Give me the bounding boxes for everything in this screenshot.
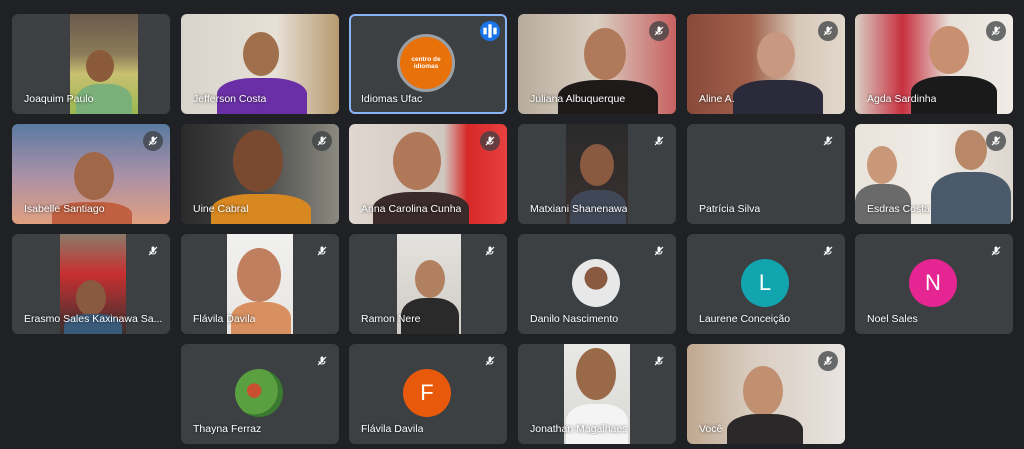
participant-tile[interactable]: Patrícia Silva xyxy=(687,124,845,224)
mic-off-icon xyxy=(986,21,1006,41)
mic-off-icon xyxy=(480,131,500,151)
participant-name: Ramon Nere xyxy=(361,313,421,325)
participant-tile[interactable]: Juliana Albuquerque xyxy=(518,14,676,114)
participant-tile[interactable]: Erasmo Sales Kaxinawa Sa... xyxy=(12,234,170,334)
mic-off-icon xyxy=(649,241,669,261)
mic-off-icon xyxy=(986,241,1006,261)
participant-name: Juliana Albuquerque xyxy=(530,93,626,105)
participant-tile[interactable]: Anna Carolina Cunha xyxy=(349,124,507,224)
participant-name: Jefferson Costa xyxy=(193,93,267,105)
mic-off-icon xyxy=(312,131,332,151)
participant-name: Esdras Costa xyxy=(867,203,931,215)
participant-name: Laurene Conceição xyxy=(699,313,791,325)
letter-avatar: L xyxy=(741,259,789,307)
mic-off-icon xyxy=(649,131,669,151)
participant-name: Danilo Nascimento xyxy=(530,313,619,325)
mic-off-icon xyxy=(818,131,838,151)
participant-name: Flávila Davila xyxy=(361,423,424,435)
participant-tile[interactable]: F Flávila Davila xyxy=(349,344,507,444)
participant-tile[interactable]: centro de idiomas Idiomas Ufac xyxy=(349,14,507,114)
participant-name: Você xyxy=(699,423,723,435)
participant-tile[interactable]: Esdras Costa xyxy=(855,124,1013,224)
participant-tile[interactable]: Jefferson Costa xyxy=(181,14,339,114)
participant-name: Flávila Davila xyxy=(193,313,256,325)
participant-name: Agda Sardinha xyxy=(867,93,937,105)
centro-de-idiomas-logo: centro de idiomas xyxy=(397,34,455,92)
letter-avatar: F xyxy=(403,369,451,417)
mic-off-icon xyxy=(986,131,1006,151)
mic-off-icon xyxy=(649,351,669,371)
mic-off-icon xyxy=(649,21,669,41)
speaking-indicator-icon xyxy=(480,21,500,41)
mic-off-icon xyxy=(312,351,332,371)
participant-photo-avatar xyxy=(235,369,283,417)
mic-off-icon xyxy=(818,241,838,261)
letter-avatar: N xyxy=(909,259,957,307)
mic-off-icon xyxy=(312,241,332,261)
mic-off-icon xyxy=(480,241,500,261)
participant-tile[interactable]: Jonathan Magalhaes xyxy=(518,344,676,444)
participant-name: Anna Carolina Cunha xyxy=(361,203,462,215)
participant-tile[interactable]: N Noel Sales xyxy=(855,234,1013,334)
participant-name: Patrícia Silva xyxy=(699,203,761,215)
participant-name: Uine Cabral xyxy=(193,203,249,215)
mic-off-icon xyxy=(818,351,838,371)
participant-name: Thayna Ferraz xyxy=(193,423,262,435)
participant-tile[interactable]: Aline A. xyxy=(687,14,845,114)
participant-tile[interactable]: Thayna Ferraz xyxy=(181,344,339,444)
mic-off-icon xyxy=(143,131,163,151)
participant-name: Jonathan Magalhaes xyxy=(530,423,628,435)
participant-tile[interactable]: Agda Sardinha xyxy=(855,14,1013,114)
participant-tile[interactable]: Ramon Nere xyxy=(349,234,507,334)
participant-tile[interactable]: Matxiani Shanenawa xyxy=(518,124,676,224)
participant-photo-avatar xyxy=(572,259,620,307)
mic-off-icon xyxy=(818,21,838,41)
participant-tile[interactable]: Você xyxy=(687,344,845,444)
participant-name: Isabelle Santiago xyxy=(24,203,105,215)
participant-tile[interactable]: L Laurene Conceição xyxy=(687,234,845,334)
participant-tile[interactable]: Danilo Nascimento xyxy=(518,234,676,334)
mic-off-icon xyxy=(480,351,500,371)
participant-name: Idiomas Ufac xyxy=(361,93,423,105)
participant-name: Aline A. xyxy=(699,93,735,105)
mic-off-icon xyxy=(143,241,163,261)
participant-tile[interactable]: Flávila Davila xyxy=(181,234,339,334)
participant-name: Noel Sales xyxy=(867,313,918,325)
participant-tile[interactable]: Isabelle Santiago xyxy=(12,124,170,224)
participant-tile[interactable]: Joaquim Paulo xyxy=(12,14,170,114)
participant-name: Erasmo Sales Kaxinawa Sa... xyxy=(24,313,163,325)
participant-name: Joaquim Paulo xyxy=(24,93,94,105)
participant-name: Matxiani Shanenawa xyxy=(530,203,628,215)
participant-tile[interactable]: Uine Cabral xyxy=(181,124,339,224)
